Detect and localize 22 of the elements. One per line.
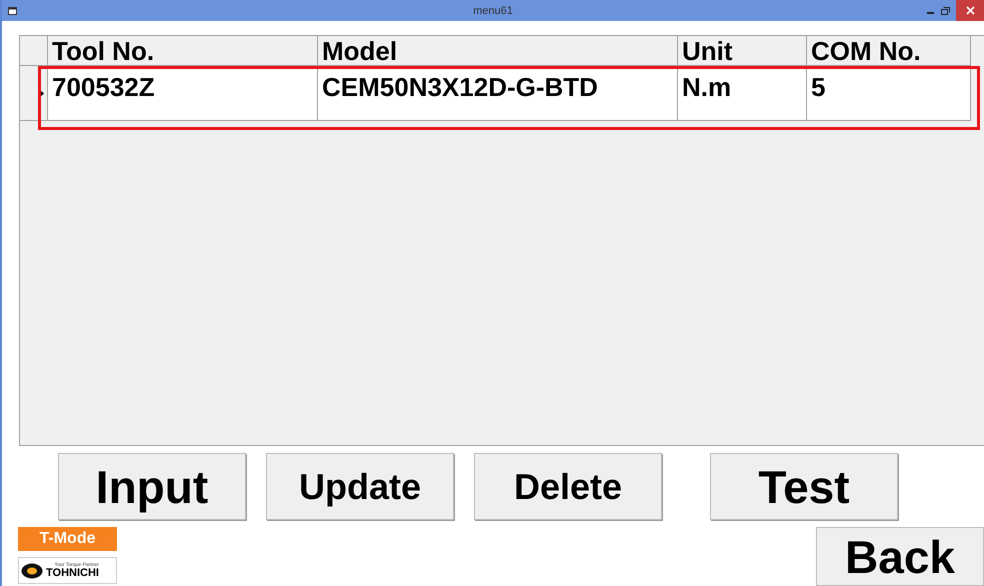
table-cell: 5 [807, 66, 971, 121]
column-header[interactable]: COM No. [807, 36, 971, 66]
close-button[interactable] [956, 0, 984, 21]
table-cell: CEM50N3X12D-G-BTD [318, 66, 678, 121]
column-header[interactable]: Model [318, 36, 678, 66]
logo-brand: TOHNICHI [46, 568, 99, 578]
window-icon [8, 6, 17, 14]
action-button[interactable]: Update [266, 453, 454, 520]
mode-badge: T-Mode [18, 527, 117, 551]
restore-icon[interactable] [941, 6, 950, 14]
column-header[interactable]: Unit [678, 36, 807, 66]
row-pointer-icon [40, 90, 44, 96]
window-title: menu61 [472, 4, 514, 16]
back-button[interactable]: Back [816, 527, 984, 586]
action-button[interactable]: Test [710, 453, 898, 520]
table-cell: N.m [678, 66, 807, 121]
action-button[interactable]: Input [58, 453, 246, 520]
column-header[interactable]: Tool No. [48, 36, 318, 66]
logo-icon [21, 562, 43, 578]
table-cell: 700532Z [48, 66, 318, 121]
close-icon [966, 6, 974, 15]
action-button[interactable]: Delete [474, 453, 662, 520]
